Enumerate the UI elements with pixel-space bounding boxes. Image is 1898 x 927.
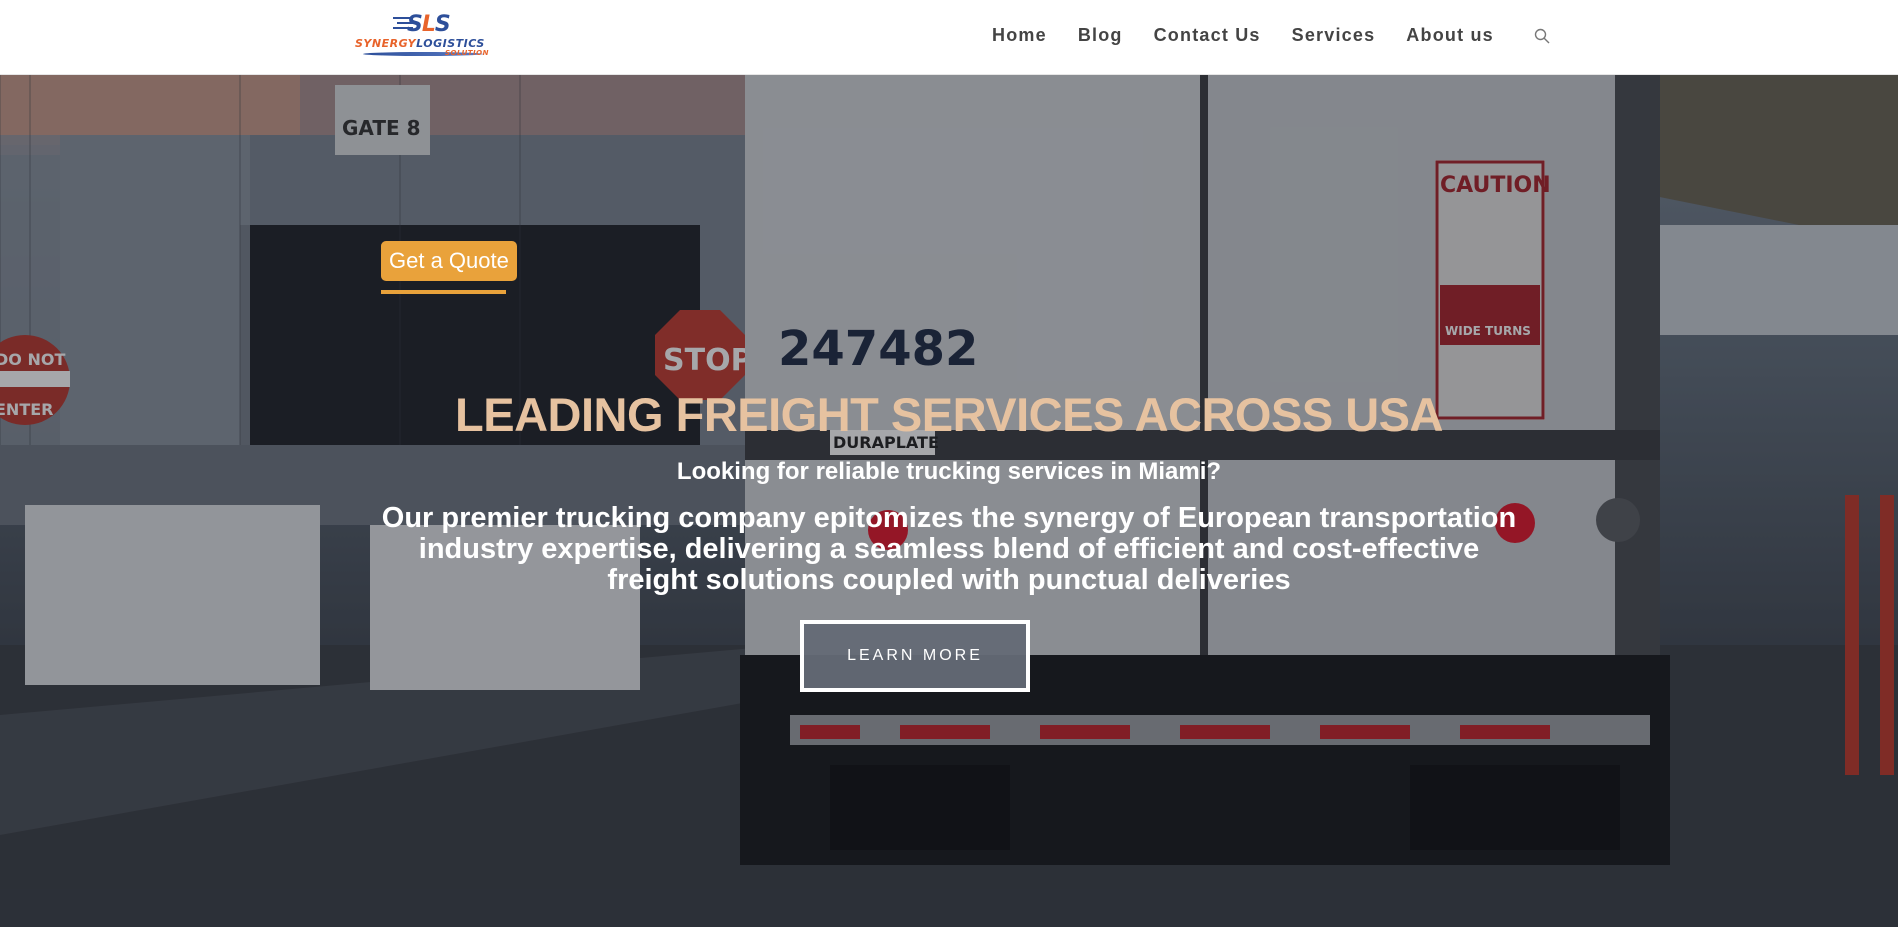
- logo-mark-text: SLS: [407, 12, 451, 37]
- logo[interactable]: SLS SYNERGYLOGISTICS SOLUTION: [355, 12, 495, 62]
- nav-blog[interactable]: Blog: [1078, 25, 1123, 46]
- hero-title: LEADING FREIGHT SERVICES ACROSS USA: [455, 388, 1443, 441]
- learn-more-button[interactable]: LEARN MORE: [800, 620, 1030, 692]
- main-nav: Home Blog Contact Us Services About us: [992, 25, 1525, 46]
- site-header: SLS SYNERGYLOGISTICS SOLUTION Home Blog …: [0, 0, 1898, 75]
- logo-name-synergy: SYNERGY: [355, 37, 417, 50]
- nav-home[interactable]: Home: [992, 25, 1047, 46]
- hero-section: DO NOT ENTER GATE 8 STOP 247482 DURAPLAT…: [0, 75, 1898, 927]
- quote-underline: [381, 290, 506, 294]
- get-a-quote-button[interactable]: Get a Quote: [381, 241, 517, 281]
- hero-subtitle: Looking for reliable trucking services i…: [676, 458, 1222, 485]
- hero-description: Our premier trucking company epitomizes …: [381, 502, 1517, 596]
- nav-about-us[interactable]: About us: [1406, 25, 1494, 46]
- search-icon[interactable]: [1534, 28, 1550, 44]
- hero-overlay: [0, 75, 1898, 927]
- nav-services[interactable]: Services: [1292, 25, 1376, 46]
- nav-contact-us[interactable]: Contact Us: [1154, 25, 1261, 46]
- logo-tagline: SOLUTION: [445, 49, 489, 57]
- logo-mark: SLS: [393, 12, 463, 37]
